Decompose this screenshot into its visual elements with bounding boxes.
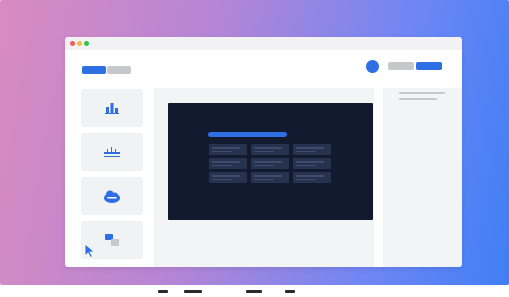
grid-cell <box>293 144 331 155</box>
header-primary-button[interactable] <box>416 62 442 70</box>
grid-cell <box>209 144 247 155</box>
maximize-dot-icon[interactable] <box>84 41 89 46</box>
abc-cloud-icon <box>104 190 120 203</box>
brand-logo-secondary <box>107 66 131 74</box>
grid-cell <box>209 172 247 183</box>
header-secondary-button[interactable] <box>388 62 414 70</box>
comment-icon <box>105 234 119 246</box>
close-dot-icon[interactable] <box>70 41 75 46</box>
sidebar-item-abc[interactable] <box>81 177 143 215</box>
grid-cell <box>293 158 331 169</box>
bar-chart-icon <box>105 103 119 114</box>
window-titlebar <box>65 37 462 50</box>
mouse-cursor-icon <box>84 243 96 263</box>
sidebar-item-measure[interactable] <box>81 133 143 171</box>
card-header-bar <box>208 132 287 137</box>
sidebar-item-chart[interactable] <box>81 89 143 127</box>
dark-preview-card[interactable] <box>168 103 373 220</box>
grid-cell <box>209 158 247 169</box>
grid-cell <box>251 172 289 183</box>
grid-cell <box>293 172 331 183</box>
grid-cell <box>251 158 289 169</box>
grid-cell <box>251 144 289 155</box>
ruler-icon <box>104 147 120 157</box>
detail-line <box>399 92 445 94</box>
app-window <box>65 37 462 267</box>
brand-logo-primary <box>82 66 106 74</box>
detail-line <box>399 98 437 100</box>
avatar[interactable] <box>366 60 379 73</box>
minimize-dot-icon[interactable] <box>77 41 82 46</box>
right-detail-panel <box>383 88 462 267</box>
cropped-caption <box>0 285 509 297</box>
